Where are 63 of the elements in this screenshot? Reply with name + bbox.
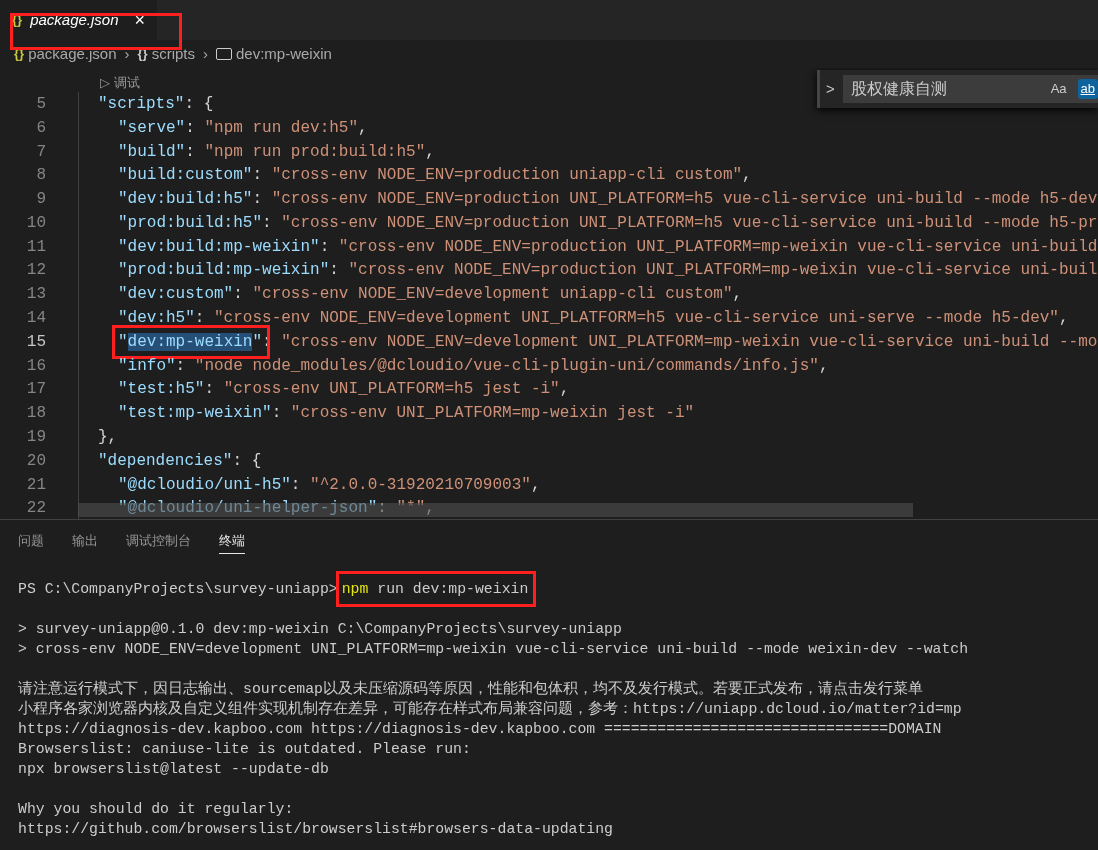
terminal-output-line: 小程序各家浏览器内核及自定义组件实现机制存在差异，可能存在样式布局兼容问题，参考：https://uniapp.dcloud.io/matter?id=mp [18, 699, 963, 719]
terminal-output-line: > cross-env NODE_ENV=development UNI_PLATFORM=mp-weixin vue-cli-service uni-build --mode weixin-dev --watch [18, 640, 970, 659]
breadcrumb-item[interactable]: package.json [28, 42, 117, 66]
line-number: 17 [25, 379, 46, 401]
line-number: 22 [25, 498, 46, 519]
terminal-command: npm run dev:mp-weixin [341, 581, 529, 597]
find-option-button[interactable]: ab [1077, 79, 1098, 99]
breadcrumb-separator: › [202, 43, 209, 64]
codelens-link[interactable]: 调试 [114, 72, 140, 92]
line-number: 13 [25, 284, 46, 306]
codelens-icon: ▷ [100, 72, 110, 92]
panel-tab[interactable]: 问题 [18, 531, 44, 554]
close-icon[interactable]: × [134, 6, 146, 34]
terminal-output-line: 请注意运行模式下，因日志输出、sourcemap以及未压缩源码等原因，性能和包体积，均不及发行模式。若要正式发布，请点击发行菜单 [18, 679, 924, 699]
code-line: "scripts": { [98, 93, 214, 115]
terminal-output-line: https://diagnosis-dev.kapboo.com https://diagnosis-dev.kapboo.com ================================DOMAIN [18, 720, 943, 739]
find-option-button[interactable]: Aa [1047, 79, 1070, 99]
line-number: 8 [35, 165, 46, 187]
line-number: 9 [35, 189, 46, 211]
code-line: "prod:build:mp-weixin": "cross-env NODE_ENV=production UNI_PLATFORM=mp-weixin vue-cli-service uni-buil [118, 260, 1098, 282]
line-number: 15 [25, 331, 46, 353]
terminal-output-line: Why you should do it regularly: [18, 800, 295, 819]
terminal-prompt: PS C:\CompanyProjects\survey-uniapp> [18, 580, 338, 599]
line-number: 20 [25, 450, 46, 472]
terminal-output-line: > survey-uniapp@0.1.0 dev:mp-weixin C:\CompanyProjects\survey-uniapp [18, 620, 623, 639]
code-line: "dev:h5": "cross-env NODE_ENV=development UNI_PLATFORM=h5 vue-cli-service uni-serve --mode h5-dev", [118, 308, 1069, 330]
code-line: "build:custom": "cross-env NODE_ENV=production uniapp-cli custom", [118, 165, 752, 187]
breadcrumb-item[interactable]: dev:mp-weixin [236, 42, 332, 66]
line-number: 7 [35, 141, 46, 163]
line-number: 6 [35, 117, 46, 139]
code-line: "info": "node node_modules/@dcloudio/vue-cli-plugin-uni/commands/info.js", [118, 355, 829, 377]
code-line: "dev:custom": "cross-env NODE_ENV=development uniapp-cli custom", [118, 284, 743, 306]
line-number: 19 [25, 427, 46, 449]
breadcrumb-separator: › [123, 43, 131, 64]
tab-label: package.json [30, 9, 119, 30]
panel-tab[interactable]: 输出 [72, 531, 98, 554]
terminal-output-line: Browserslist: caniuse-lite is outdated. Please run: [18, 740, 472, 759]
terminal-output-line: npx browserslist@latest --update-db [18, 760, 330, 779]
line-number: 16 [25, 355, 46, 377]
code-line: "build": "npm run prod:build:h5", [118, 141, 435, 163]
code-line: "@dcloudio/uni-helper-json": "*", [118, 498, 435, 519]
line-number: 18 [25, 403, 46, 425]
code-line: }, [98, 427, 118, 449]
breadcrumb-item[interactable]: scripts [151, 42, 195, 66]
line-number: 21 [25, 474, 46, 496]
code-line: "test:mp-weixin": "cross-env UNI_PLATFORM=mp-weixin jest -i" [118, 403, 695, 425]
line-number: 11 [25, 236, 46, 258]
code-line: "test:h5": "cross-env UNI_PLATFORM=h5 jest -i", [118, 379, 570, 401]
code-line: "dependencies": { [98, 450, 262, 472]
code-line: "@dcloudio/uni-h5": "^2.0.0-31920210709003", [118, 474, 541, 496]
code-line: "dev:build:mp-weixin": "cross-env NODE_ENV=production UNI_PLATFORM=mp-weixin vue-cli-service uni-build [118, 236, 1098, 258]
panel-tab[interactable]: 终端 [219, 531, 245, 554]
find-input[interactable]: 股权健康自测 Aa ab [842, 75, 1098, 103]
code-line: "prod:build:h5": "cross-env NODE_ENV=production UNI_PLATFORM=h5 vue-cli-service uni-build --mode h5-pr [118, 212, 1098, 234]
code-line: "serve": "npm run dev:h5", [118, 117, 368, 139]
terminal-output-line: https://github.com/browserslist/browserslist#browsers-data-updating [18, 820, 614, 839]
line-number: 5 [35, 93, 46, 115]
line-number: 14 [25, 308, 46, 330]
panel-tab[interactable]: 调试控制台 [126, 531, 191, 554]
line-number: 10 [25, 212, 46, 234]
code-line: "dev:build:h5": "cross-env NODE_ENV=production UNI_PLATFORM=h5 vue-cli-service uni-build --mode h5-dev [118, 189, 1098, 211]
line-number: 12 [25, 260, 46, 282]
toggle-replace-icon[interactable]: > [826, 77, 835, 101]
